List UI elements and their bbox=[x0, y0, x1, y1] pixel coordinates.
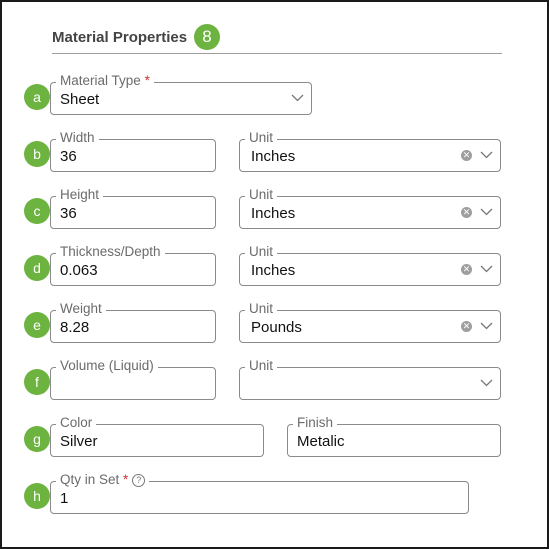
volume-unit-select[interactable]: Unit bbox=[239, 358, 501, 400]
step-badge-c: c bbox=[24, 198, 50, 224]
thickness-label: Thickness/Depth bbox=[56, 244, 165, 260]
weight-unit-label: Unit bbox=[245, 301, 278, 317]
thickness-unit-label: Unit bbox=[245, 244, 278, 260]
section-step-badge: 8 bbox=[194, 24, 220, 50]
width-unit-label: Unit bbox=[245, 130, 278, 146]
clear-icon[interactable]: ✕ bbox=[461, 264, 472, 275]
finish-label: Finish bbox=[293, 415, 338, 431]
chevron-down-icon[interactable] bbox=[480, 322, 493, 330]
height-unit-select[interactable]: Unit Inches ✕ bbox=[239, 187, 501, 229]
material-type-select[interactable]: Material Type * Sheet bbox=[50, 73, 312, 115]
color-label: Color bbox=[56, 415, 97, 431]
weight-unit-value: Pounds bbox=[251, 319, 302, 336]
weight-label: Weight bbox=[56, 301, 106, 317]
qty-in-set-field[interactable]: Qty in Set *? 1 bbox=[50, 472, 469, 514]
width-field[interactable]: Width 36 bbox=[50, 130, 216, 172]
chevron-down-icon[interactable] bbox=[480, 379, 493, 387]
height-label: Height bbox=[56, 187, 104, 203]
height-unit-value: Inches bbox=[251, 205, 296, 222]
help-circle-icon[interactable]: ? bbox=[132, 474, 146, 487]
material-properties-panel: Material Properties 8 a Material Type * … bbox=[0, 0, 549, 549]
thickness-field[interactable]: Thickness/Depth 0.063 bbox=[50, 244, 216, 286]
chevron-down-icon[interactable] bbox=[480, 208, 493, 216]
section-title: Material Properties bbox=[52, 29, 188, 46]
weight-field[interactable]: Weight 8.28 bbox=[50, 301, 216, 343]
color-field[interactable]: Color Silver bbox=[50, 415, 264, 457]
clear-icon[interactable]: ✕ bbox=[461, 207, 472, 218]
volume-unit-label: Unit bbox=[245, 358, 278, 374]
finish-value: Metalic bbox=[297, 433, 345, 450]
width-unit-select[interactable]: Unit Inches ✕ bbox=[239, 130, 501, 172]
step-badge-b: b bbox=[24, 141, 50, 167]
width-value: 36 bbox=[60, 148, 77, 165]
step-badge-e: e bbox=[24, 312, 50, 338]
required-marker: * bbox=[144, 73, 150, 88]
qty-in-set-value: 1 bbox=[60, 490, 69, 507]
thickness-unit-value: Inches bbox=[251, 262, 296, 279]
height-unit-label: Unit bbox=[245, 187, 278, 203]
step-badge-h: h bbox=[24, 483, 50, 509]
color-value: Silver bbox=[60, 433, 98, 450]
step-badge-a: a bbox=[24, 84, 50, 110]
step-badge-g: g bbox=[24, 426, 50, 452]
weight-unit-select[interactable]: Unit Pounds ✕ bbox=[239, 301, 501, 343]
section-header: Material Properties 8 bbox=[52, 24, 502, 54]
material-type-value: Sheet bbox=[60, 91, 100, 108]
volume-field[interactable]: Volume (Liquid) bbox=[50, 358, 216, 400]
weight-value: 8.28 bbox=[60, 319, 90, 336]
material-type-label: Material Type * bbox=[56, 73, 154, 89]
chevron-down-icon[interactable] bbox=[291, 94, 304, 102]
chevron-down-icon[interactable] bbox=[480, 151, 493, 159]
height-field[interactable]: Height 36 bbox=[50, 187, 216, 229]
section-divider bbox=[52, 53, 502, 54]
clear-icon[interactable]: ✕ bbox=[461, 321, 472, 332]
width-unit-value: Inches bbox=[251, 148, 296, 165]
height-value: 36 bbox=[60, 205, 77, 222]
finish-field[interactable]: Finish Metalic bbox=[287, 415, 501, 457]
required-marker: * bbox=[123, 472, 129, 487]
thickness-unit-select[interactable]: Unit Inches ✕ bbox=[239, 244, 501, 286]
volume-label: Volume (Liquid) bbox=[56, 358, 158, 374]
step-badge-f: f bbox=[24, 369, 50, 395]
chevron-down-icon[interactable] bbox=[480, 265, 493, 273]
width-label: Width bbox=[56, 130, 99, 146]
thickness-value: 0.063 bbox=[60, 262, 98, 279]
clear-icon[interactable]: ✕ bbox=[461, 150, 472, 161]
step-badge-d: d bbox=[24, 255, 50, 281]
qty-in-set-label: Qty in Set *? bbox=[56, 472, 150, 488]
